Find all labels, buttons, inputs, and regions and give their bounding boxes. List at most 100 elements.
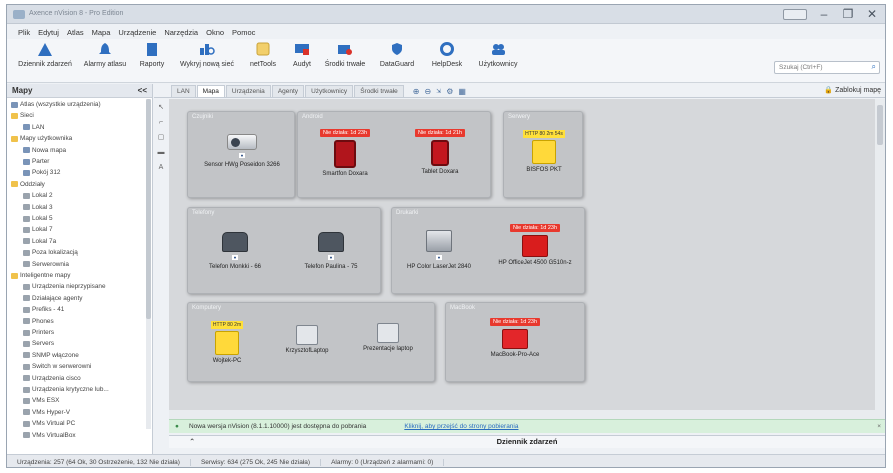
sidebar-item[interactable]: VMs Virtual PC (23, 419, 75, 428)
device-tablet[interactable]: Nie działa: 1d 21h Tablet Doxara (395, 127, 485, 175)
device-macbook[interactable]: Nie działa: 1d 23h MacBook-Pro-Ace (470, 316, 560, 358)
menu-edit[interactable]: Edytuj (38, 28, 59, 37)
fixed-assets-button[interactable]: Środki trwałe (323, 41, 367, 68)
sidebar-item[interactable]: Phones (23, 317, 54, 326)
group-macbook[interactable]: MacBook Nie działa: 1d 23h MacBook-Pro-A… (445, 302, 585, 382)
sidebar-item[interactable]: Servers (23, 339, 54, 348)
device-voip-phone[interactable]: ● Telefon Paulina - 75 (286, 222, 376, 270)
sidebar-item[interactable]: Urządzenia nieprzypisane (23, 282, 106, 291)
group-sensors[interactable]: Czujniki ● Sensor HWg Poseidon 3266 (187, 111, 295, 198)
sidebar-item[interactable]: Switch w serwerowni (23, 362, 91, 371)
tab-agents[interactable]: Agenty (271, 85, 305, 97)
audit-button[interactable]: Audyt (287, 41, 317, 68)
device-printer[interactable]: Nie działa: 1d 23h HP OfficeJet 4500 G51… (490, 222, 580, 266)
sidebar-item[interactable]: Oddziały (11, 180, 45, 189)
sidebar-item[interactable]: SNMP włączone (23, 351, 79, 360)
sidebar-item[interactable]: Lokal 3 (23, 203, 53, 212)
map-canvas[interactable]: Czujniki ● Sensor HWg Poseidon 3266 Andr… (169, 99, 875, 410)
event-log-panel[interactable]: ⌃ Dziennik zdarzeń (169, 435, 885, 448)
tab-users[interactable]: Użytkownicy (305, 85, 354, 97)
map-vertical-scrollbar[interactable] (875, 99, 885, 419)
expand-icon[interactable]: ⌃ (189, 436, 195, 448)
group-servers[interactable]: Serwery HTTP 80 2m 54s BISFOS PKT (503, 111, 583, 198)
sidebar-item[interactable]: VMs ESX (23, 396, 59, 405)
connect-tool-icon[interactable]: ⌐ (157, 119, 166, 127)
users-button[interactable]: Użytkownicy (473, 41, 523, 68)
search-input[interactable]: Szukaj (Ctrl+F) ⌕ (774, 61, 880, 74)
sidebar-item[interactable]: Działające agenty (23, 294, 82, 303)
group-android[interactable]: Android Nie działa: 1d 23h Smartfon Doxa… (297, 111, 491, 198)
close-notice-icon[interactable]: × (877, 423, 881, 430)
sidebar-item[interactable]: Nowa mapa (23, 146, 66, 155)
device-computer[interactable]: HTTP 80 2m Wojtek-PC (182, 319, 272, 364)
sidebar-item[interactable]: LAN (23, 123, 44, 132)
reports-button[interactable]: Raporty (135, 41, 169, 68)
sidebar-item[interactable]: VMs VirtualBox (23, 431, 76, 440)
minimize-button[interactable]: – (817, 6, 831, 22)
menu-help[interactable]: Pomoc (232, 28, 255, 37)
device-laptop[interactable]: KrzysztofLaptop (262, 317, 352, 354)
device-printer[interactable]: ● HP Color LaserJet 2840 (394, 222, 484, 270)
sidebar-item[interactable]: Lokal 5 (23, 214, 53, 223)
device-voip-phone[interactable]: ● Telefon Monkki - 66 (190, 222, 280, 270)
sidebar-item[interactable]: Sieci (11, 111, 34, 120)
zoom-out-icon[interactable]: ⊖ (424, 87, 431, 96)
select-tool-icon[interactable]: ↖ (157, 104, 166, 112)
tab-fixed-assets[interactable]: Środki trwałe (354, 85, 404, 97)
sidebar-item[interactable]: Printers (23, 328, 54, 337)
tab-lan[interactable]: LAN (171, 85, 196, 97)
group-tool-icon[interactable]: ▢ (157, 134, 166, 142)
device-laptop[interactable]: Prezentacje laptop (343, 315, 433, 352)
dataguard-button[interactable]: DataGuard (375, 41, 419, 68)
sidebar-item[interactable]: Lokal 7a (23, 237, 56, 246)
group-computers[interactable]: Komputery HTTP 80 2m Wojtek-PC Krzysztof… (187, 302, 435, 382)
image-tool-icon[interactable]: ▬ (157, 149, 166, 157)
maximize-button[interactable]: ❐ (841, 6, 855, 22)
menu-device[interactable]: Urządzenie (118, 28, 156, 37)
vertical-scroll-thumb[interactable] (877, 105, 883, 145)
lock-map-button[interactable]: 🔒 Zablokuj mapę (824, 86, 881, 94)
sidebar-item[interactable]: Serwerownia (23, 260, 69, 269)
sidebar-item[interactable]: Mapy użytkownika (11, 134, 72, 143)
sidebar-item[interactable]: Lokal 7 (23, 225, 53, 234)
helpdesk-button[interactable]: HelpDesk (427, 41, 467, 68)
tab-map[interactable]: Mapa (196, 85, 225, 97)
device-sensor[interactable]: ● Sensor HWg Poseidon 3266 (197, 126, 287, 168)
menu-file[interactable]: Plik (18, 28, 30, 37)
monitor-toggle-button[interactable] (783, 8, 807, 20)
sidebar-item[interactable]: Prefiks - 41 (23, 305, 64, 314)
device-server[interactable]: HTTP 80 2m 54s BISFOS PKT (499, 128, 589, 173)
discover-network-button[interactable]: Wykryj nową sieć (175, 41, 239, 68)
sidebar-item[interactable]: Inteligentne mapy (11, 271, 70, 280)
collapse-sidebar-button[interactable]: << (138, 86, 147, 95)
menu-map[interactable]: Mapa (92, 28, 111, 37)
tab-devices[interactable]: Urządzenia (225, 85, 271, 97)
sidebar-item[interactable]: Parter (23, 157, 49, 166)
sidebar-item[interactable]: VMs Hyper-V (23, 408, 70, 417)
sidebar-item[interactable]: Atlas (wszystkie urządzenia) (11, 100, 101, 109)
sidebar-item[interactable]: Pokój 312 (23, 168, 60, 177)
text-tool-icon[interactable]: A (157, 164, 166, 172)
sidebar-item[interactable]: Lokal 2 (23, 191, 53, 200)
close-button[interactable]: ✕ (865, 6, 879, 22)
sidebar-scroll-thumb[interactable] (146, 99, 151, 319)
grid-icon[interactable]: ▦ (458, 87, 466, 96)
sidebar-item[interactable]: Poza lokalizacją (23, 248, 78, 257)
fit-icon[interactable]: ⇲ (436, 88, 441, 95)
nettools-button[interactable]: netTools (245, 41, 281, 68)
settings-icon[interactable]: ⚙ (446, 87, 453, 96)
menu-tools[interactable]: Narzędzia (164, 28, 198, 37)
group-phones[interactable]: Telefony ● Telefon Monkki - 66 ● Telefon… (187, 207, 381, 294)
sidebar-scrollbar[interactable] (146, 99, 151, 429)
event-log-button[interactable]: Dziennik zdarzeń (13, 41, 77, 68)
device-smartphone[interactable]: Nie działa: 1d 23h Smartfon Doxara (300, 127, 390, 177)
download-link[interactable]: Kliknij, aby przejść do strony pobierani… (404, 423, 518, 430)
zoom-in-icon[interactable]: ⊕ (413, 87, 420, 96)
map-horizontal-scrollbar[interactable] (169, 410, 875, 419)
sidebar-item[interactable]: Urządzenia cisco (23, 374, 81, 383)
group-printers[interactable]: Drukarki ● HP Color LaserJet 2840 Nie dz… (391, 207, 585, 294)
search-icon[interactable]: ⌕ (872, 62, 876, 72)
atlas-alarms-button[interactable]: Alarmy atlasu (81, 41, 129, 68)
sidebar-item[interactable]: Urządzenia krytyczne lub... (23, 385, 109, 394)
menu-atlas[interactable]: Atlas (67, 28, 84, 37)
